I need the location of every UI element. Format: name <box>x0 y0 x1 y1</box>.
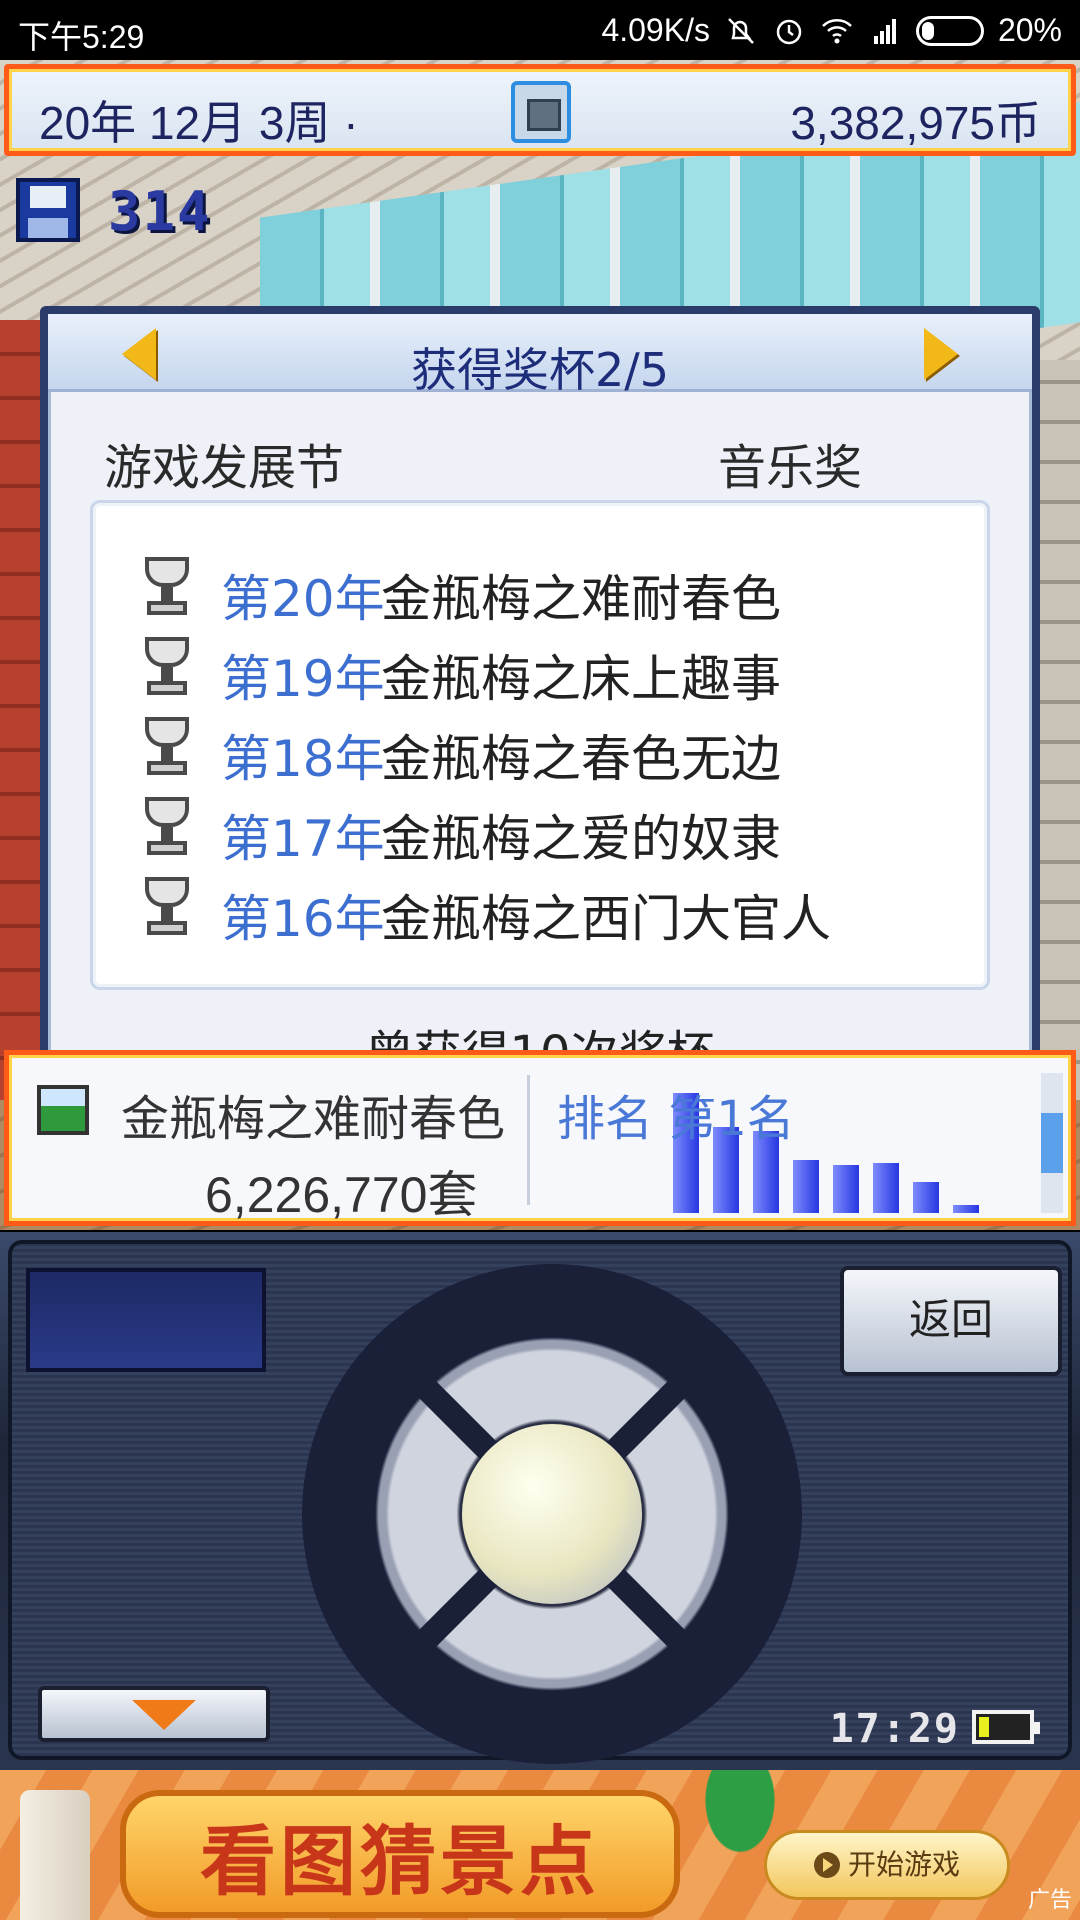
game-clock: 17:29 <box>829 1706 960 1752</box>
award-game-title: 金瓶梅之床上趣事 <box>381 650 781 708</box>
award-row: 第20年 金瓶梅之难耐春色 <box>143 555 963 628</box>
ad-tag: 广告 <box>1027 1888 1072 1913</box>
wifi-icon <box>822 18 852 43</box>
award-year: 第20年 <box>221 570 385 628</box>
sales-scrollbar[interactable] <box>1041 1073 1063 1213</box>
signal-icon <box>873 18 896 44</box>
game-date: 20年 12月 3周 · <box>39 97 359 149</box>
award-row: 第16年 金瓶梅之西门大官人 <box>143 875 963 948</box>
trophy-icon <box>143 557 191 617</box>
menu-down-button[interactable] <box>38 1686 270 1742</box>
event-name: 游戏发展节 <box>104 440 345 496</box>
status-right: 4.09K/s 20% <box>601 12 1062 49</box>
dpad-center-button[interactable] <box>462 1424 642 1604</box>
play-icon <box>813 1852 840 1878</box>
controller: 返回 17:29 <box>0 1232 1080 1770</box>
sales-bar <box>913 1182 939 1213</box>
award-row: 第18年 金瓶梅之春色无边 <box>143 715 963 788</box>
tower-icon <box>20 1790 90 1920</box>
award-row: 第17年 金瓶梅之爱的奴隶 <box>143 795 963 868</box>
top-hud: 20年 12月 3周 · 3,382,975币 <box>4 64 1076 156</box>
save-count: 314 <box>108 180 212 243</box>
ad-cta-label: 开始游戏 <box>847 1848 960 1881</box>
sales-bar <box>953 1205 979 1213</box>
status-time: 下午5:29 <box>18 19 145 55</box>
award-category: 音乐奖 <box>717 440 862 496</box>
network-speed: 4.09K/s <box>601 12 710 48</box>
money-counter: 3,382,975币 <box>790 97 1041 149</box>
award-year: 第16年 <box>221 890 385 948</box>
sales-game-name: 金瓶梅之难耐春色 <box>121 1091 506 1147</box>
award-row: 第19年 金瓶梅之床上趣事 <box>143 635 963 708</box>
trophy-icon <box>143 797 191 857</box>
sales-panel[interactable]: 金瓶梅之难耐春色 6,226,770套 排名 第1名 <box>4 1050 1076 1226</box>
ad-play-button[interactable]: 开始游戏 <box>764 1830 1010 1900</box>
controller-panel: 返回 17:29 <box>8 1240 1072 1764</box>
alarm-icon <box>776 19 802 44</box>
trophy-icon <box>143 877 191 937</box>
award-year: 第18年 <box>221 730 385 788</box>
battery-icon <box>972 1710 1040 1744</box>
award-game-title: 金瓶梅之西门大官人 <box>381 890 831 948</box>
sales-bar <box>793 1160 819 1213</box>
award-year: 第17年 <box>221 810 385 868</box>
dialog-titlebar: 获得奖杯2/5 <box>48 314 1032 397</box>
status-bar: 下午5:29 4.09K/s 20% <box>0 0 1080 60</box>
lcd-screen <box>26 1268 266 1372</box>
game-cover-icon <box>37 1085 89 1135</box>
sales-divider <box>527 1075 530 1205</box>
award-year: 第19年 <box>221 650 385 708</box>
dialog-title: 获得奖杯2/5 <box>410 343 670 397</box>
battery-icon <box>915 15 984 46</box>
scroll-thumb[interactable] <box>1041 1113 1063 1173</box>
sales-bar <box>873 1163 899 1213</box>
next-arrow-icon[interactable] <box>924 328 958 380</box>
trophy-icon <box>143 717 191 777</box>
battery-percent: 20% <box>997 12 1062 48</box>
sales-units: 6,226,770套 <box>205 1167 478 1223</box>
mute-icon <box>728 17 754 44</box>
ad-banner[interactable]: 看图猜景点 开始游戏 广告 <box>0 1770 1080 1920</box>
trophy-icon <box>143 637 191 697</box>
ad-headline: 看图猜景点 <box>200 1817 600 1906</box>
award-game-title: 金瓶梅之难耐春色 <box>381 570 781 628</box>
back-button[interactable]: 返回 <box>840 1266 1062 1376</box>
award-game-title: 金瓶梅之爱的奴隶 <box>381 810 781 868</box>
award-game-title: 金瓶梅之春色无边 <box>381 730 781 788</box>
sales-rank: 排名 第1名 <box>557 1091 795 1147</box>
camera-icon[interactable] <box>511 81 571 143</box>
dpad[interactable] <box>302 1264 802 1764</box>
save-icon[interactable] <box>16 178 80 242</box>
award-list: 第20年 金瓶梅之难耐春色 第19年 金瓶梅之床上趣事 第18年 金瓶梅之春色无… <box>90 500 990 990</box>
award-dialog: 获得奖杯2/5 游戏发展节 音乐奖 第20年 金瓶梅之难耐春色 第19年 金瓶梅… <box>40 306 1040 1082</box>
sales-bar <box>833 1165 859 1213</box>
arrow-down-icon <box>132 1700 196 1730</box>
